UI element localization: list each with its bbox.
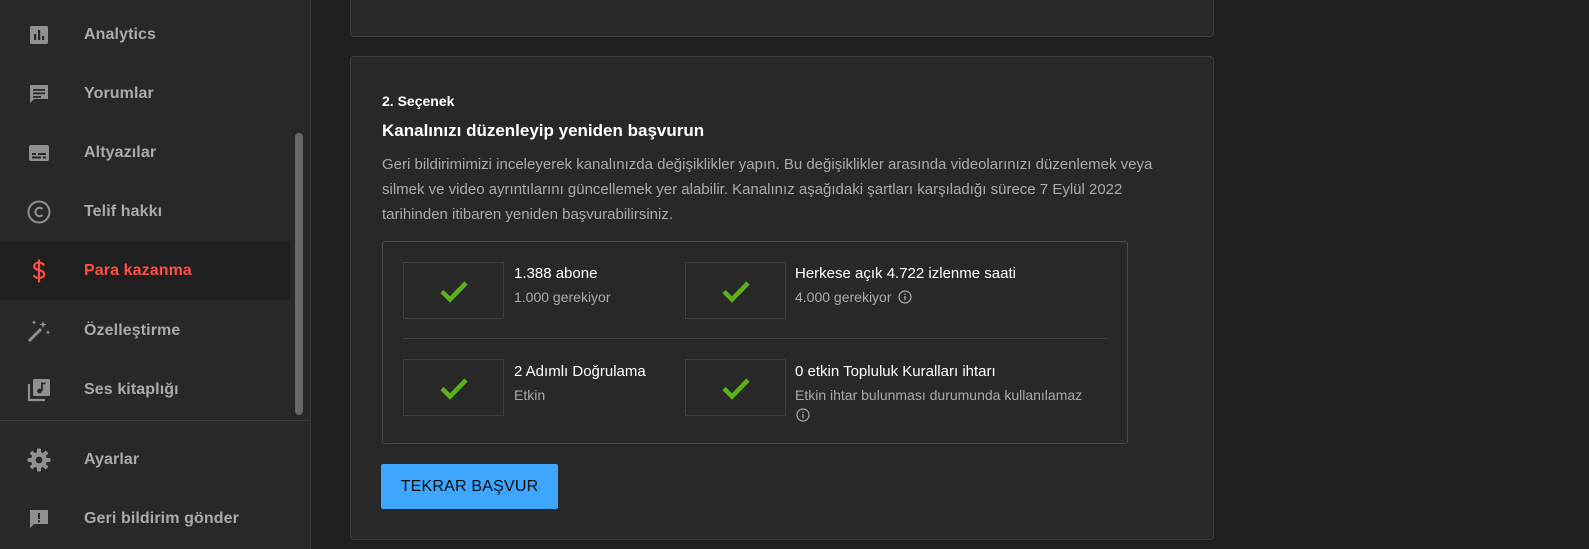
sidebar-scrollbar-thumb[interactable] <box>295 133 303 415</box>
option-title: Kanalınızı düzenleyip yeniden başvurun <box>382 121 705 140</box>
sidebar-item-label: Geri bildirim gönder <box>84 509 239 527</box>
sidebar-item-label: Ayarlar <box>84 450 140 468</box>
option-card-previous <box>350 0 1214 37</box>
requirement-title: Herkese açık 4.722 izlenme saati <box>795 265 1016 282</box>
sidebar-item-label: Ses kitaplığı <box>84 380 179 398</box>
requirements-divider <box>403 338 1108 339</box>
sidebar-item-audio-library[interactable]: Ses kitaplığı <box>0 360 290 419</box>
check-icon <box>403 262 504 319</box>
copyright-icon <box>25 198 53 226</box>
reapply-button[interactable]: TEKRAR BAŞVUR <box>381 464 558 509</box>
sidebar-item-comments[interactable]: Yorumlar <box>0 64 290 123</box>
check-icon <box>685 359 786 416</box>
dollar-icon <box>25 257 53 285</box>
sidebar-item-subtitles[interactable]: Altyazılar <box>0 123 290 182</box>
sidebar-item-feedback[interactable]: Geri bildirim gönder <box>0 489 290 548</box>
sidebar-item-label: Para kazanma <box>84 261 192 279</box>
check-icon <box>685 262 786 319</box>
requirement-subtitle: 1.000 gerekiyor <box>514 289 611 305</box>
option-label: 2. Seçenek <box>382 93 455 109</box>
analytics-icon <box>25 21 53 49</box>
audio-library-icon <box>25 376 53 404</box>
gear-icon <box>25 446 53 474</box>
subtitles-icon <box>25 139 53 167</box>
sidebar-divider <box>0 420 311 421</box>
sidebar-item-monetization[interactable]: Para kazanma <box>0 241 290 300</box>
requirement-subtitle: 4.000 gerekiyor <box>795 289 912 305</box>
sidebar-item-label: Özelleştirme <box>84 321 181 339</box>
requirement-title: 0 etkin Topluluk Kuralları ihtarı <box>795 363 996 380</box>
sidebar-item-customization[interactable]: Özelleştirme <box>0 301 290 360</box>
info-icon[interactable] <box>796 408 810 422</box>
sidebar-item-settings[interactable]: Ayarlar <box>0 430 290 489</box>
requirement-subtitle-text: Etkin ihtar bulunması durumunda kullanıl… <box>795 387 1083 403</box>
feedback-icon <box>25 505 53 533</box>
main-content: 2. Seçenek Kanalınızı düzenleyip yeniden… <box>311 0 1589 549</box>
requirements-box: 1.388 abone 1.000 gerekiyor Herkese açık… <box>382 241 1128 444</box>
requirement-subtitle-text: 1.000 gerekiyor <box>514 289 611 305</box>
sidebar-item-label: Telif hakkı <box>84 202 163 220</box>
option-card: 2. Seçenek Kanalınızı düzenleyip yeniden… <box>350 56 1214 540</box>
sidebar-item-label: Yorumlar <box>84 84 154 102</box>
requirement-subtitle: Etkin ihtar bulunması durumunda kullanıl… <box>795 387 1082 403</box>
comments-icon <box>25 80 53 108</box>
requirement-subtitle: Etkin <box>514 387 545 403</box>
requirement-subtitle-text: 4.000 gerekiyor <box>795 289 892 305</box>
requirement-title: 1.388 abone <box>514 265 598 282</box>
sidebar-item-analytics[interactable]: Analytics <box>0 5 290 64</box>
info-icon[interactable] <box>897 290 912 304</box>
requirement-title: 2 Adımlı Doğrulama <box>514 363 646 380</box>
sidebar: Analytics Yorumlar Altyazılar Telif hakk… <box>0 0 311 549</box>
requirement-subtitle-text: Etkin <box>514 387 546 403</box>
sidebar-item-copyright[interactable]: Telif hakkı <box>0 182 290 241</box>
check-icon <box>403 359 504 416</box>
option-description: Geri bildirimimizi inceleyerek kanalınız… <box>382 156 1153 223</box>
magic-wand-icon <box>25 317 53 345</box>
sidebar-item-label: Analytics <box>84 25 157 43</box>
sidebar-item-label: Altyazılar <box>84 143 157 161</box>
